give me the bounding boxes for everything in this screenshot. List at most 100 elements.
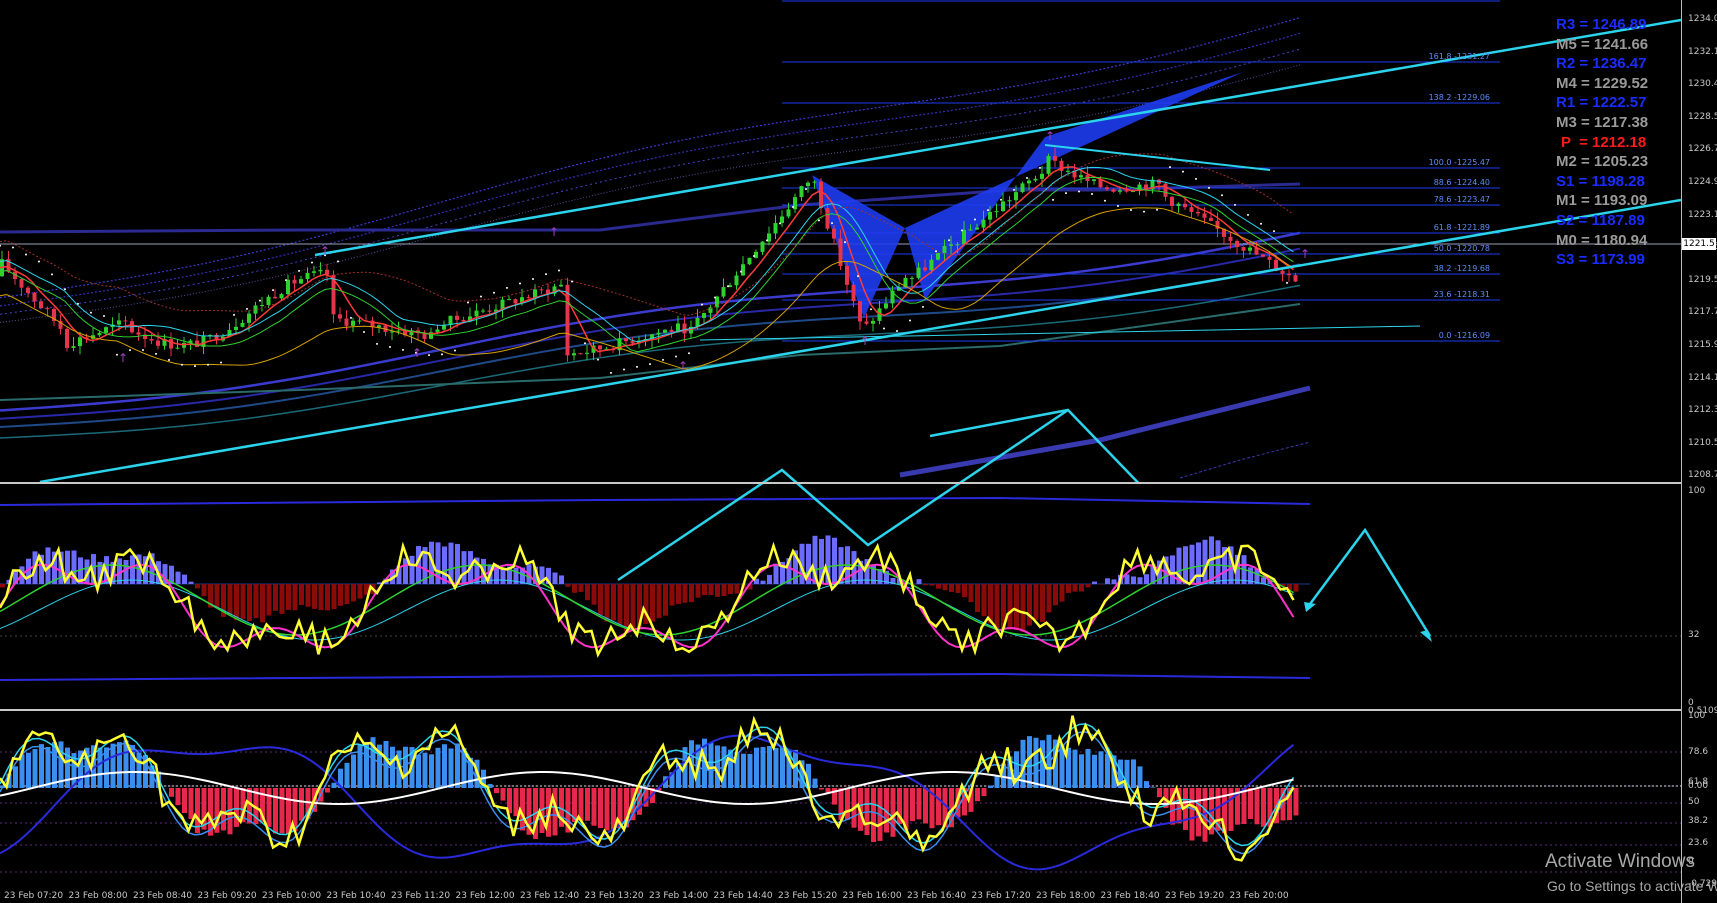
- macd-histogram-bar: [669, 584, 675, 606]
- parabolic-sar-dot: [467, 301, 469, 304]
- macd-histogram-bar: [312, 584, 317, 609]
- macd-histogram-bar: [299, 584, 304, 605]
- candle-body: [45, 308, 50, 310]
- parabolic-sar-dot: [571, 280, 573, 283]
- candle-body: [487, 310, 492, 312]
- candle-body: [1092, 179, 1096, 181]
- candle-body: [884, 303, 888, 309]
- candle-body: [1176, 203, 1181, 207]
- fibonacci-level-label: 78.6 -1223.47: [1433, 195, 1491, 204]
- oscillator-histogram-bar: [1241, 788, 1247, 825]
- price-axis[interactable]: [1681, 0, 1717, 903]
- time-axis-label: 23 Feb 18:40: [1100, 891, 1160, 901]
- candle-body: [559, 284, 563, 287]
- candle-body: [858, 301, 862, 322]
- oscillator-histogram-bar: [175, 788, 181, 806]
- oscillator-histogram-bar: [604, 788, 610, 831]
- pivot-level-label: M5 = 1241.66: [1556, 35, 1649, 53]
- candle-body: [910, 277, 914, 279]
- pivot-level-label: S3 = 1173.99: [1556, 251, 1645, 269]
- macd-histogram-bar: [1092, 581, 1097, 584]
- candle-body: [578, 353, 583, 355]
- parabolic-sar-dot: [90, 311, 92, 314]
- time-axis-label: 23 Feb 14:40: [713, 891, 773, 901]
- price-tick-label: 1208.7: [1688, 470, 1717, 481]
- candle-body: [240, 322, 245, 327]
- parabolic-sar-dot: [818, 219, 820, 222]
- parabolic-sar-dot: [246, 307, 248, 310]
- macd-subwindow[interactable]: [0, 408, 1681, 709]
- oscillator-subwindow[interactable]: [0, 711, 1681, 891]
- oscillator-histogram-bar: [1261, 788, 1266, 827]
- macd-histogram-bar: [240, 584, 246, 619]
- macd-histogram-bar: [721, 584, 727, 597]
- parabolic-sar-dot: [584, 342, 586, 345]
- candle-body: [585, 352, 589, 354]
- macd-histogram-bar: [461, 551, 467, 584]
- macd-histogram-bar: [227, 584, 233, 616]
- pane-separator-1[interactable]: [0, 482, 1681, 484]
- oscillator-histogram-bar: [136, 752, 142, 788]
- price-chart-canvas[interactable]: ↑ ↑ ↑ ↑ ↑ ↑ ↑ ↑: [0, 0, 1717, 903]
- macd-histogram-bar: [273, 584, 278, 611]
- macd-histogram-bar: [936, 584, 941, 589]
- macd-histogram-bar: [689, 584, 694, 603]
- candle-body: [624, 338, 628, 342]
- oscillator-histogram-bar: [981, 788, 987, 797]
- fractal-arrow-icon: ↑: [412, 346, 422, 360]
- candle-body: [539, 289, 544, 291]
- candle-body: [1202, 213, 1207, 218]
- macd-histogram-bar: [1170, 555, 1175, 584]
- parabolic-sar-dot: [896, 329, 898, 332]
- candle-body: [32, 292, 37, 302]
- moving-average-band-low-dotted: [1179, 441, 1311, 479]
- oscillator-histogram-bar: [1157, 788, 1162, 798]
- oscillator-axis-label: 23.6: [1688, 838, 1709, 848]
- time-axis-label: 23 Feb 12:00: [455, 891, 515, 901]
- macd-histogram-bar: [617, 584, 623, 625]
- parabolic-sar-dot: [558, 269, 560, 272]
- oscillator-histogram-bar: [1072, 749, 1078, 788]
- parabolic-sar-dot: [844, 241, 846, 244]
- oscillator-histogram-bar: [708, 742, 714, 788]
- pivot-level-label: M2 = 1205.23: [1556, 153, 1649, 171]
- oscillator-histogram-bar: [448, 748, 454, 788]
- oscillator-histogram-bar: [1248, 788, 1253, 820]
- candle-body: [149, 338, 154, 341]
- candle-body: [338, 314, 342, 319]
- fractal-arrow-icon: ↑: [118, 351, 128, 365]
- oscillator-axis-label: 50: [1688, 797, 1700, 807]
- candle-body: [702, 312, 706, 318]
- fibonacci-level-label: 50.0 -1220.78: [1433, 244, 1491, 253]
- oscillator-axis-label: 38.2: [1688, 816, 1709, 826]
- macd-histogram-bar: [702, 584, 707, 596]
- macd-histogram-bar: [292, 584, 298, 611]
- pane-separator-2[interactable]: [0, 709, 1681, 711]
- oscillator-histogram-bar: [994, 775, 1000, 788]
- oscillator-histogram-bar: [773, 747, 779, 788]
- macd-histogram-bar: [1085, 584, 1091, 588]
- candle-body: [812, 181, 817, 183]
- macd-histogram-bar: [578, 584, 584, 592]
- macd-histogram-bar: [1072, 584, 1078, 592]
- oscillator-histogram-bar: [1293, 788, 1299, 816]
- oscillator-histogram-bar: [916, 788, 922, 820]
- parabolic-sar-dot: [1143, 210, 1145, 213]
- parabolic-sar-dot: [506, 286, 508, 289]
- candle-body: [507, 299, 511, 301]
- candle-body: [1261, 254, 1265, 257]
- parabolic-sar-dot: [194, 365, 196, 368]
- candle-body: [1007, 200, 1012, 202]
- macd-histogram-bar: [604, 584, 610, 622]
- macd-histogram-bar: [1079, 584, 1084, 592]
- oscillator-histogram-bar: [273, 788, 278, 834]
- oscillator-histogram-bar: [429, 754, 434, 788]
- price-tick-label: 1219.5: [1688, 274, 1717, 285]
- candle-body: [19, 279, 24, 288]
- price-tick-label: 1210.5: [1688, 437, 1717, 448]
- macd-histogram-bar: [1040, 584, 1045, 622]
- price-tick-label: 1215.9: [1688, 340, 1717, 350]
- candle-body: [1287, 273, 1291, 276]
- parabolic-sar-dot: [883, 327, 885, 330]
- candle-body: [312, 271, 316, 273]
